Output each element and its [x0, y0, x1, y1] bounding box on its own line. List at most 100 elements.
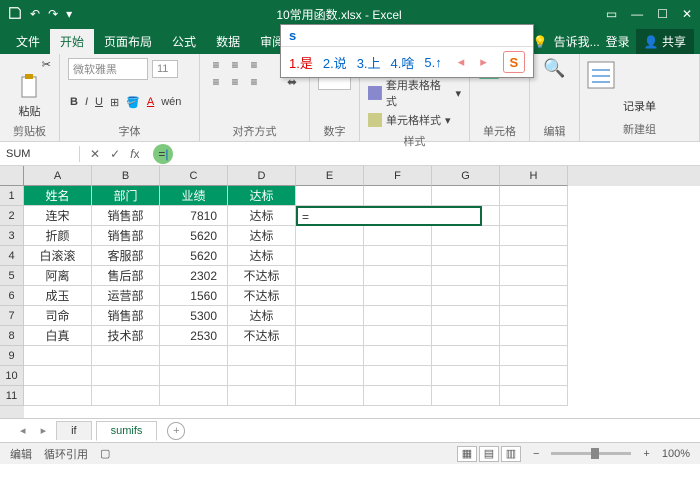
cell[interactable]: 2302	[160, 266, 228, 286]
italic-button[interactable]: I	[83, 95, 90, 110]
cell[interactable]	[432, 226, 500, 246]
col-header[interactable]: D	[228, 166, 296, 186]
cell[interactable]	[296, 386, 364, 406]
cell[interactable]	[432, 246, 500, 266]
row-header[interactable]: 6	[0, 286, 24, 306]
cell[interactable]	[364, 306, 432, 326]
cell[interactable]: 司命	[24, 306, 92, 326]
col-header[interactable]: H	[500, 166, 568, 186]
name-box[interactable]: SUM	[0, 146, 80, 162]
cell[interactable]	[432, 346, 500, 366]
format-table-button[interactable]: 套用表格格式 ▾	[368, 77, 461, 109]
normal-view-icon[interactable]: ▦	[457, 446, 477, 462]
cell[interactable]	[500, 286, 568, 306]
tab-page-layout[interactable]: 页面布局	[94, 29, 162, 54]
cell[interactable]	[296, 306, 364, 326]
cell[interactable]	[228, 386, 296, 406]
col-header[interactable]: A	[24, 166, 92, 186]
cell[interactable]: 成玉	[24, 286, 92, 306]
bold-button[interactable]: B	[68, 95, 80, 110]
maximize-icon[interactable]: ☐	[657, 7, 668, 21]
sheet-tab-if[interactable]: if	[56, 421, 92, 440]
cell[interactable]: 白滚滚	[24, 246, 92, 266]
cell[interactable]: 5300	[160, 306, 228, 326]
col-header[interactable]: E	[296, 166, 364, 186]
ime-prev-icon[interactable]: ◂	[458, 54, 465, 70]
align-left-icon[interactable]: ≡	[208, 75, 224, 89]
cell[interactable]: 2530	[160, 326, 228, 346]
cell[interactable]	[228, 366, 296, 386]
find-icon[interactable]: 🔍	[538, 58, 571, 79]
cell[interactable]	[296, 226, 364, 246]
cell[interactable]: 7810	[160, 206, 228, 226]
font-color-button[interactable]: A	[145, 95, 156, 110]
cell[interactable]	[432, 206, 500, 226]
cell[interactable]	[364, 206, 432, 226]
col-header[interactable]: F	[364, 166, 432, 186]
fx-icon[interactable]: fx	[130, 147, 139, 161]
cell[interactable]	[500, 366, 568, 386]
tab-file[interactable]: 文件	[6, 29, 50, 54]
paste-button[interactable]: 粘贴	[19, 103, 41, 119]
cell[interactable]	[364, 366, 432, 386]
ime-candidate-2[interactable]: 2.说	[323, 53, 347, 72]
zoom-slider[interactable]	[551, 452, 631, 455]
ime-candidate-1[interactable]: 1.是	[289, 53, 313, 72]
cell[interactable]	[500, 266, 568, 286]
cell[interactable]	[364, 246, 432, 266]
cell[interactable]	[432, 306, 500, 326]
underline-button[interactable]: U	[93, 95, 105, 110]
cell[interactable]: 1560	[160, 286, 228, 306]
cell[interactable]	[296, 346, 364, 366]
cell[interactable]: 达标	[228, 306, 296, 326]
cell[interactable]	[500, 206, 568, 226]
undo-icon[interactable]: ↶	[30, 7, 40, 21]
zoom-in-icon[interactable]: +	[643, 448, 649, 460]
row-header[interactable]: 10	[0, 366, 24, 386]
cell[interactable]: 销售部	[92, 226, 160, 246]
minimize-icon[interactable]: —	[631, 7, 643, 21]
cell[interactable]	[500, 226, 568, 246]
cell[interactable]	[500, 246, 568, 266]
row-header[interactable]: 8	[0, 326, 24, 346]
row-header[interactable]: 1	[0, 186, 24, 206]
cell[interactable]	[364, 386, 432, 406]
cell[interactable]: 达标	[228, 206, 296, 226]
page-break-view-icon[interactable]: ▥	[501, 446, 521, 462]
cell[interactable]	[296, 286, 364, 306]
zoom-out-icon[interactable]: −	[533, 448, 539, 460]
cell[interactable]	[432, 386, 500, 406]
cell[interactable]	[24, 346, 92, 366]
cell[interactable]: 运营部	[92, 286, 160, 306]
cell[interactable]	[92, 386, 160, 406]
cell[interactable]: 姓名	[24, 186, 92, 206]
ime-next-icon[interactable]: ▸	[480, 54, 487, 70]
cell[interactable]: 达标	[228, 186, 296, 206]
cell[interactable]: 折颜	[24, 226, 92, 246]
cell[interactable]: 达标	[228, 246, 296, 266]
tab-data[interactable]: 数据	[206, 29, 250, 54]
cell[interactable]	[296, 266, 364, 286]
align-bottom-icon[interactable]: ≡	[246, 58, 262, 72]
border-button[interactable]: ⊞	[108, 95, 121, 110]
cell[interactable]	[296, 366, 364, 386]
align-middle-icon[interactable]: ≡	[227, 58, 243, 72]
row-header[interactable]: 9	[0, 346, 24, 366]
cell[interactable]	[296, 186, 364, 206]
cell[interactable]: 阿离	[24, 266, 92, 286]
cell[interactable]: 不达标	[228, 286, 296, 306]
cut-icon[interactable]: ✂	[42, 58, 51, 71]
cell[interactable]	[92, 366, 160, 386]
cell[interactable]	[364, 186, 432, 206]
formula-bar[interactable]	[173, 152, 700, 156]
login-link[interactable]: 登录	[606, 33, 630, 50]
phonetic-button[interactable]: wén	[159, 95, 183, 110]
cell[interactable]	[432, 286, 500, 306]
cell[interactable]	[364, 346, 432, 366]
sheet-nav-icons[interactable]: ◂ ▸	[20, 424, 52, 437]
row-header[interactable]: 2	[0, 206, 24, 226]
cell[interactable]: 5620	[160, 246, 228, 266]
cancel-formula-icon[interactable]: ✕	[90, 147, 100, 161]
cell[interactable]	[500, 306, 568, 326]
cell[interactable]	[364, 326, 432, 346]
